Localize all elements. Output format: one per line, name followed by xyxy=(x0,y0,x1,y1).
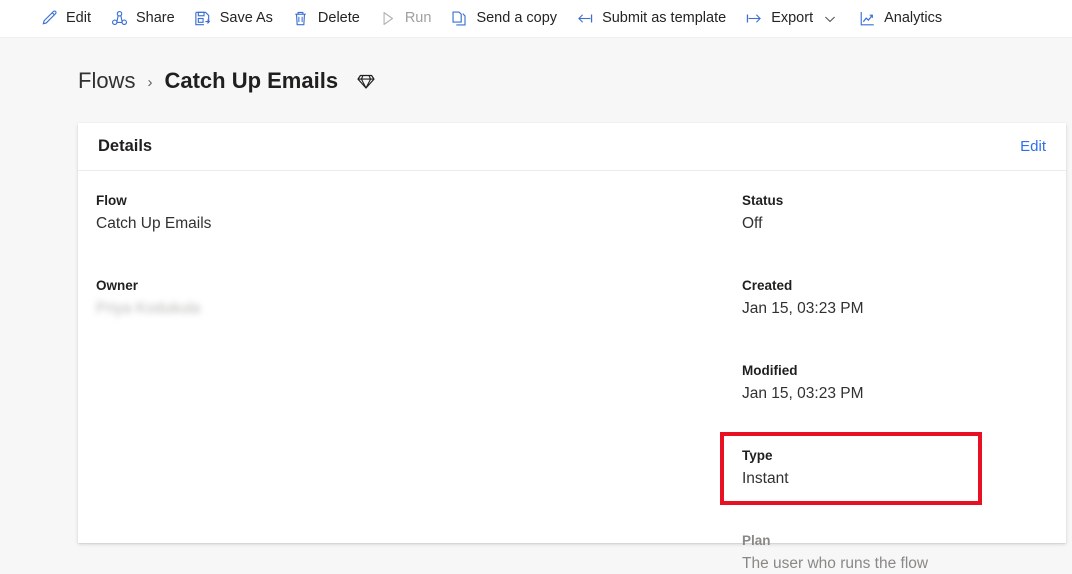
field-owner-label: Owner xyxy=(96,278,139,293)
breadcrumb: Flows › Catch Up Emails xyxy=(78,62,378,100)
command-submit-as-template[interactable]: Submit as template xyxy=(566,0,735,38)
command-delete-label: Delete xyxy=(317,9,360,26)
copy-icon xyxy=(449,9,469,29)
share-nodes-icon xyxy=(109,9,129,29)
field-status-label: Status xyxy=(742,193,784,208)
command-send-a-copy-label: Send a copy xyxy=(476,9,558,26)
command-delete[interactable]: Delete xyxy=(282,0,369,38)
command-export[interactable]: Export xyxy=(735,0,848,38)
field-plan-value: The user who runs the flow xyxy=(742,555,929,572)
field-created: Created Jan 15, 03:23 PM xyxy=(742,276,1042,319)
save-as-icon xyxy=(193,9,213,29)
arrow-right-from-bar-icon xyxy=(744,9,764,29)
chevron-down-icon[interactable] xyxy=(821,10,839,28)
field-owner-value: Priya Kodukula xyxy=(96,300,201,317)
field-created-value: Jan 15, 03:23 PM xyxy=(742,300,864,317)
command-analytics-label: Analytics xyxy=(884,9,943,26)
field-type: Type Instant xyxy=(742,446,1042,489)
details-card-title: Details xyxy=(98,137,153,155)
breadcrumb-item-flows[interactable]: Flows xyxy=(78,70,135,92)
field-plan-label: Plan xyxy=(742,533,771,548)
command-share-label: Share xyxy=(136,9,175,26)
play-icon xyxy=(378,9,398,29)
command-submit-as-template-label: Submit as template xyxy=(602,9,727,26)
arrow-left-to-bar-icon xyxy=(575,9,595,29)
details-right-column: Status Off Created Jan 15, 03:23 PM Modi… xyxy=(742,191,1042,574)
gem-icon xyxy=(354,69,378,93)
command-analytics[interactable]: Analytics xyxy=(848,0,951,38)
field-flow-value: Catch Up Emails xyxy=(96,215,212,232)
pencil-icon xyxy=(39,9,59,29)
field-modified-label: Modified xyxy=(742,363,798,378)
breadcrumb-separator-icon: › xyxy=(147,73,153,91)
command-save-as[interactable]: Save As xyxy=(184,0,282,38)
command-save-as-label: Save As xyxy=(219,9,273,26)
field-owner: Owner Priya Kodukula xyxy=(96,276,426,319)
field-status-value: Off xyxy=(742,215,763,232)
field-created-label: Created xyxy=(742,278,793,293)
trash-icon xyxy=(291,9,311,29)
command-export-label: Export xyxy=(771,9,814,26)
page-title: Catch Up Emails xyxy=(164,68,339,93)
field-modified-value: Jan 15, 03:23 PM xyxy=(742,385,864,402)
command-send-a-copy[interactable]: Send a copy xyxy=(440,0,566,38)
command-run-label: Run xyxy=(404,9,432,26)
command-run[interactable]: Run xyxy=(369,0,441,38)
field-type-value: Instant xyxy=(742,470,789,487)
details-left-column: Flow Catch Up Emails Owner Priya Kodukul… xyxy=(96,191,426,319)
command-bar: Edit Share Save As Delete Run Send a cop… xyxy=(0,0,1072,38)
details-card-body: Flow Catch Up Emails Owner Priya Kodukul… xyxy=(78,171,1066,572)
details-card: Details Edit Flow Catch Up Emails Owner … xyxy=(78,123,1066,572)
line-chart-icon xyxy=(857,9,877,29)
field-modified: Modified Jan 15, 03:23 PM xyxy=(742,361,1042,404)
field-flow: Flow Catch Up Emails xyxy=(96,191,426,234)
field-type-label: Type xyxy=(742,448,773,463)
command-edit-label: Edit xyxy=(66,9,91,26)
field-flow-label: Flow xyxy=(96,193,127,208)
details-edit-link[interactable]: Edit xyxy=(1020,138,1046,155)
details-card-header: Details Edit xyxy=(78,123,1066,171)
command-share[interactable]: Share xyxy=(100,0,184,38)
command-edit[interactable]: Edit xyxy=(30,0,100,38)
field-plan: Plan The user who runs the flow xyxy=(742,531,1042,574)
field-status: Status Off xyxy=(742,191,1042,234)
